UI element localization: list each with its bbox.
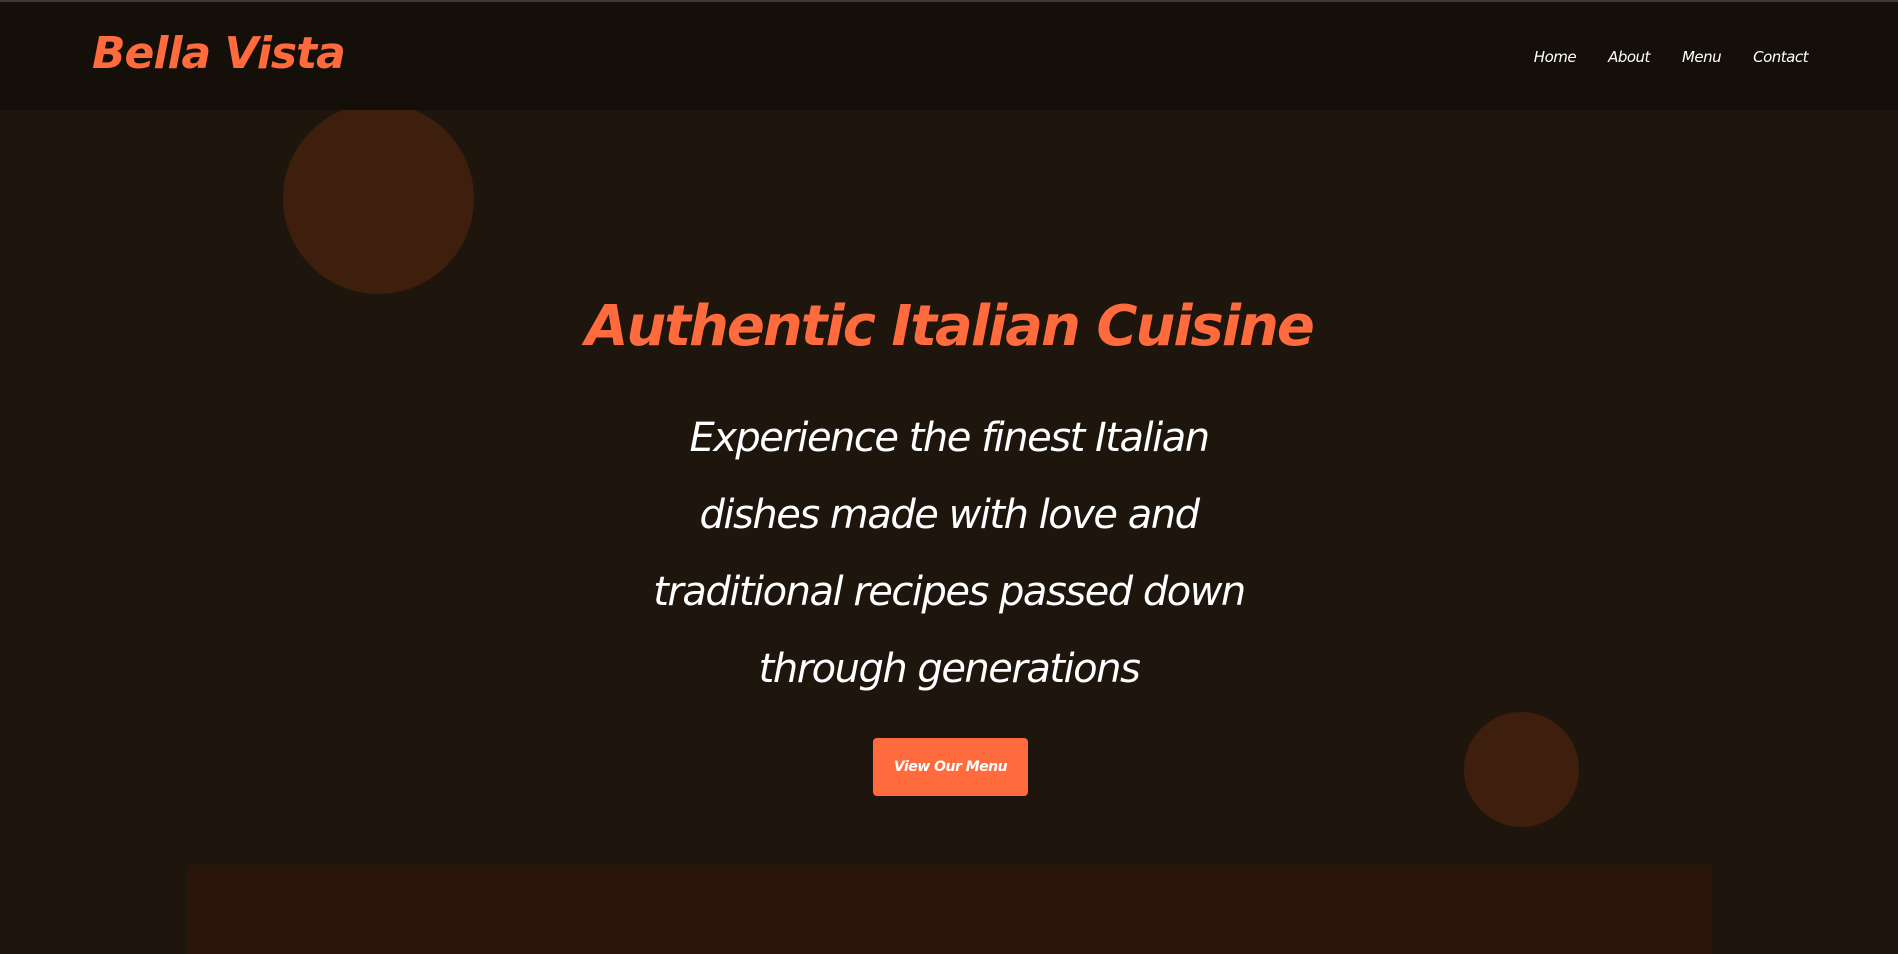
nav-item-home[interactable]: Home (1534, 48, 1577, 66)
main-nav: Home About Menu Contact (1534, 48, 1809, 66)
nav-item-contact[interactable]: Contact (1753, 48, 1808, 66)
view-menu-button[interactable]: View Our Menu (873, 738, 1028, 796)
nav-item-menu[interactable]: Menu (1682, 48, 1722, 66)
brand-logo[interactable]: Bella Vista (92, 28, 346, 79)
decorative-circle-small (1464, 712, 1579, 827)
decorative-circle-large (283, 110, 474, 294)
next-section-top (187, 865, 1712, 954)
site-header: Bella Vista Home About Menu Contact (0, 2, 1898, 110)
nav-item-about[interactable]: About (1608, 48, 1650, 66)
hero-title: Authentic Italian Cuisine (585, 294, 1315, 359)
hero-section: Authentic Italian Cuisine Experience the… (0, 110, 1898, 954)
hero-subtitle: Experience the finest Italian dishes mad… (653, 415, 1246, 692)
